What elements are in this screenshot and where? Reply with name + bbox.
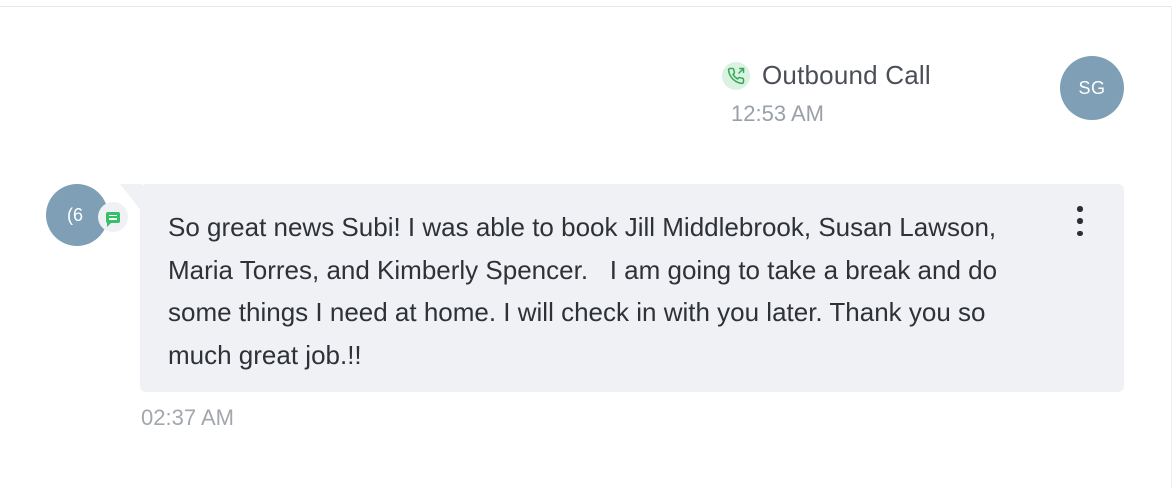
call-event: Outbound Call 12:53 AM xyxy=(722,60,1042,127)
message-text: So great news Subi! I was able to book J… xyxy=(168,212,1005,370)
message-time: 02:37 AM xyxy=(141,405,234,430)
agent-avatar[interactable]: SG xyxy=(1060,56,1124,120)
outbound-call-icon xyxy=(722,61,750,90)
more-options-icon[interactable] xyxy=(1070,206,1090,236)
call-event-label: Outbound Call xyxy=(762,60,931,90)
call-event-row: Outbound Call xyxy=(722,60,1042,91)
top-divider xyxy=(0,6,1172,7)
call-event-time: 12:53 AM xyxy=(731,101,824,126)
agent-avatar-initials: SG xyxy=(1078,77,1106,98)
message-bubble: So great news Subi! I was able to book J… xyxy=(140,184,1124,392)
message-bubble-tail xyxy=(120,184,142,212)
contact-avatar-initials: (6 xyxy=(66,204,83,225)
